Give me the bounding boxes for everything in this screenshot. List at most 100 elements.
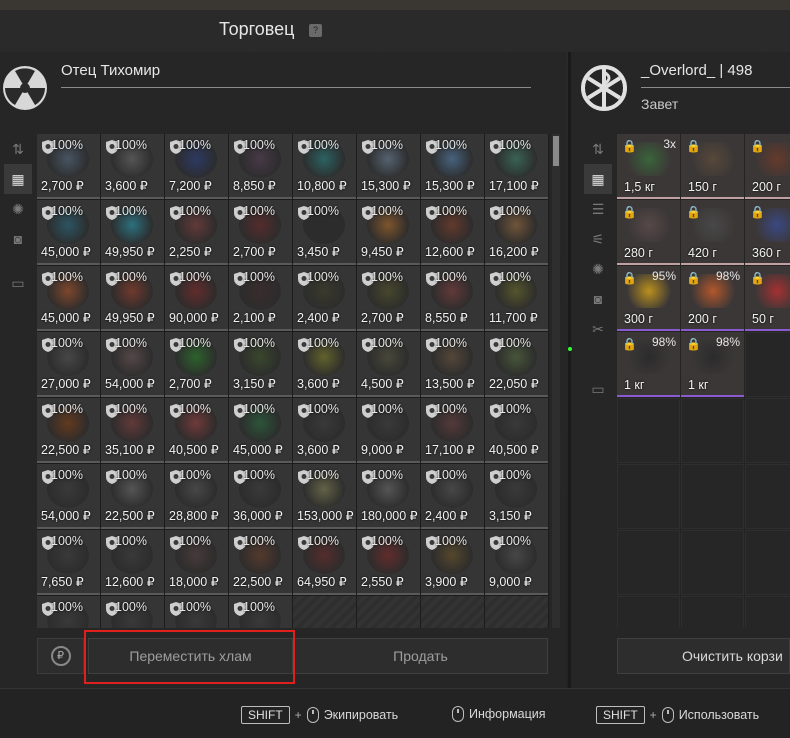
player-item-slot[interactable]: 🔒 95% 300 г <box>617 266 680 331</box>
trader-item-slot[interactable]: 100% 54,000 ₽ <box>37 464 100 529</box>
trader-item-slot[interactable]: 100% 17,100 ₽ <box>485 134 548 199</box>
currency-toggle-button[interactable]: ₽ <box>37 638 84 674</box>
trader-item-slot[interactable]: 100% 15,300 ₽ <box>357 134 420 199</box>
trader-item-slot[interactable]: 100% 40,500 ₽ <box>485 398 548 463</box>
item-price: 40,500 ₽ <box>169 443 219 457</box>
trader-item-slot[interactable]: 100% 8,550 ₽ <box>421 266 484 331</box>
empty-slot <box>681 530 744 595</box>
sort-tab-icon[interactable]: ⇅ <box>4 134 32 164</box>
artifact-tab-icon[interactable]: ✺ <box>584 254 612 284</box>
trader-item-slot[interactable]: 100% 13,500 ₽ <box>421 332 484 397</box>
trader-item-slot[interactable]: 100% 8,850 ₽ <box>229 134 292 199</box>
sell-button[interactable]: Продать <box>293 638 548 674</box>
clear-cart-button[interactable]: Очистить корзи <box>617 638 790 674</box>
trader-item-slot[interactable]: 100% 18,000 ₽ <box>165 530 228 595</box>
trader-item-slot[interactable]: 100% 3,900 ₽ <box>421 530 484 595</box>
item-price: 2,250 ₽ <box>169 245 212 259</box>
player-item-slot[interactable]: 🔒 98% 1 кг <box>617 332 680 397</box>
trader-item-slot[interactable]: 100% 3,150 ₽ <box>485 464 548 529</box>
trader-item-slot[interactable]: 100% 11,700 ₽ <box>485 266 548 331</box>
trader-item-slot[interactable]: 100% 90,000 ₽ <box>165 266 228 331</box>
trader-item-slot[interactable]: 100% 3,150 ₽ <box>229 332 292 397</box>
trader-item-slot[interactable]: 100% 2,250 ₽ <box>165 200 228 265</box>
trader-item-slot[interactable]: 100% 64,950 ₽ <box>293 530 356 595</box>
trader-item-slot[interactable]: 100% 2,700 ₽ <box>165 332 228 397</box>
trader-item-slot[interactable]: 100% 22,500 ₽ <box>37 398 100 463</box>
trader-item-slot[interactable]: 100% 15,300 ₽ <box>421 134 484 199</box>
trader-inventory-grid: 100% 2,700 ₽ 100% 3,600 ₽ 100% 7,200 ₽ 100% 8,8… <box>37 134 549 628</box>
trader-item-slot[interactable]: 100% 45,000 ₽ <box>37 266 100 331</box>
trader-item-slot[interactable]: 100% 54,000 ₽ <box>101 332 164 397</box>
player-item-slot[interactable]: 🔒 98% 200 г <box>681 266 744 331</box>
durability-percent: 100% <box>179 270 211 284</box>
trader-item-slot[interactable]: 100% 7,200 ₽ <box>165 134 228 199</box>
trader-item-slot[interactable]: 100% 2,700 ₽ <box>37 134 100 199</box>
trader-item-slot[interactable]: 100% 49,950 ₽ <box>101 266 164 331</box>
player-item-slot[interactable]: 🔒 98% 1 кг <box>681 332 744 397</box>
item-price: 2,400 ₽ <box>297 311 340 325</box>
trader-item-slot[interactable]: 100% 4,500 ₽ <box>357 332 420 397</box>
durability-percent: 100% <box>307 402 339 416</box>
trader-item-slot[interactable]: 100% 27,000 ₽ <box>37 332 100 397</box>
weapon-tab-icon[interactable]: ⚟ <box>584 224 612 254</box>
trader-item-slot[interactable]: 100% <box>165 596 228 628</box>
trader-item-slot[interactable]: 100% 2,400 ₽ <box>293 266 356 331</box>
player-item-slot[interactable]: 🔒 280 г <box>617 200 680 265</box>
trader-item-slot[interactable]: 100% 153,000 ₽ <box>293 464 356 529</box>
scroll-thumb[interactable] <box>553 136 559 166</box>
trader-item-slot[interactable]: 100% 9,000 ₽ <box>357 398 420 463</box>
trader-item-slot[interactable]: 100% 22,500 ₽ <box>229 530 292 595</box>
trader-item-slot[interactable]: 100% 35,100 ₽ <box>101 398 164 463</box>
player-item-slot[interactable]: 🔒 360 г <box>745 200 790 265</box>
trader-item-slot[interactable]: 100% 10,800 ₽ <box>293 134 356 199</box>
trader-item-slot[interactable]: 100% 45,000 ₽ <box>37 200 100 265</box>
help-icon[interactable]: ? <box>309 24 322 37</box>
trader-item-slot[interactable]: 100% 40,500 ₽ <box>165 398 228 463</box>
trader-item-slot[interactable]: 100% 12,600 ₽ <box>101 530 164 595</box>
device-tab-icon[interactable]: ◙ <box>584 284 612 314</box>
trader-item-slot[interactable]: 100% 3,600 ₽ <box>293 332 356 397</box>
trader-item-slot[interactable]: 100% 45,000 ₽ <box>229 398 292 463</box>
armor-tab-icon[interactable]: ☰ <box>584 194 612 224</box>
device-tab-icon[interactable]: ◙ <box>4 224 32 254</box>
misc-tab-icon[interactable]: ▭ <box>4 268 32 298</box>
sort-tab-icon[interactable]: ⇅ <box>584 134 612 164</box>
trader-item-slot[interactable]: 100% 3,600 ₽ <box>293 398 356 463</box>
trader-item-slot[interactable]: 100% 28,800 ₽ <box>165 464 228 529</box>
trader-item-slot[interactable]: 100% 180,000 ₽ <box>357 464 420 529</box>
misc-tab-icon[interactable]: ▭ <box>584 374 612 404</box>
artifact-tab-icon[interactable]: ✺ <box>4 194 32 224</box>
trader-item-slot[interactable]: 100% 49,950 ₽ <box>101 200 164 265</box>
item-price: 2,700 ₽ <box>233 245 276 259</box>
player-item-slot[interactable]: 🔒 420 г <box>681 200 744 265</box>
trader-item-slot[interactable]: 100% <box>101 596 164 628</box>
trader-item-slot[interactable]: 100% <box>229 596 292 628</box>
trader-scrollbar[interactable] <box>552 134 560 628</box>
durability-percent: 100% <box>499 138 531 152</box>
trader-item-slot[interactable]: 100% 22,500 ₽ <box>101 464 164 529</box>
player-item-slot[interactable]: 🔒 200 г <box>745 134 790 199</box>
trader-item-slot[interactable]: 100% 12,600 ₽ <box>421 200 484 265</box>
trader-item-slot[interactable]: 100% 22,050 ₽ <box>485 332 548 397</box>
trader-item-slot[interactable]: 100% 2,700 ₽ <box>357 266 420 331</box>
item-price: 12,600 ₽ <box>105 575 155 589</box>
trader-item-slot[interactable]: 100% 2,700 ₽ <box>229 200 292 265</box>
tools-tab-icon[interactable]: ✂ <box>584 314 612 344</box>
trader-item-slot[interactable]: 100% 2,100 ₽ <box>229 266 292 331</box>
trader-item-slot[interactable]: 100% 7,650 ₽ <box>37 530 100 595</box>
trader-item-slot[interactable]: 100% 3,600 ₽ <box>101 134 164 199</box>
trader-item-slot[interactable]: 100% 9,000 ₽ <box>485 530 548 595</box>
trader-item-slot[interactable]: 100% 16,200 ₽ <box>485 200 548 265</box>
trader-item-slot[interactable]: 100% 9,450 ₽ <box>357 200 420 265</box>
player-item-slot[interactable]: 🔒 3x 1,5 кг <box>617 134 680 199</box>
player-item-slot[interactable]: 🔒8550 г <box>745 266 790 331</box>
trader-item-slot[interactable]: 100% 2,400 ₽ <box>421 464 484 529</box>
trader-item-slot[interactable]: 100% 3,450 ₽ <box>293 200 356 265</box>
all-items-tab-icon[interactable]: ▦ <box>584 164 612 194</box>
trader-item-slot[interactable]: 100% 36,000 ₽ <box>229 464 292 529</box>
trader-item-slot[interactable]: 100% 17,100 ₽ <box>421 398 484 463</box>
trader-item-slot[interactable]: 100% 2,550 ₽ <box>357 530 420 595</box>
player-item-slot[interactable]: 🔒 150 г <box>681 134 744 199</box>
all-items-tab-icon[interactable]: ▦ <box>4 164 32 194</box>
trader-item-slot[interactable]: 100% <box>37 596 100 628</box>
